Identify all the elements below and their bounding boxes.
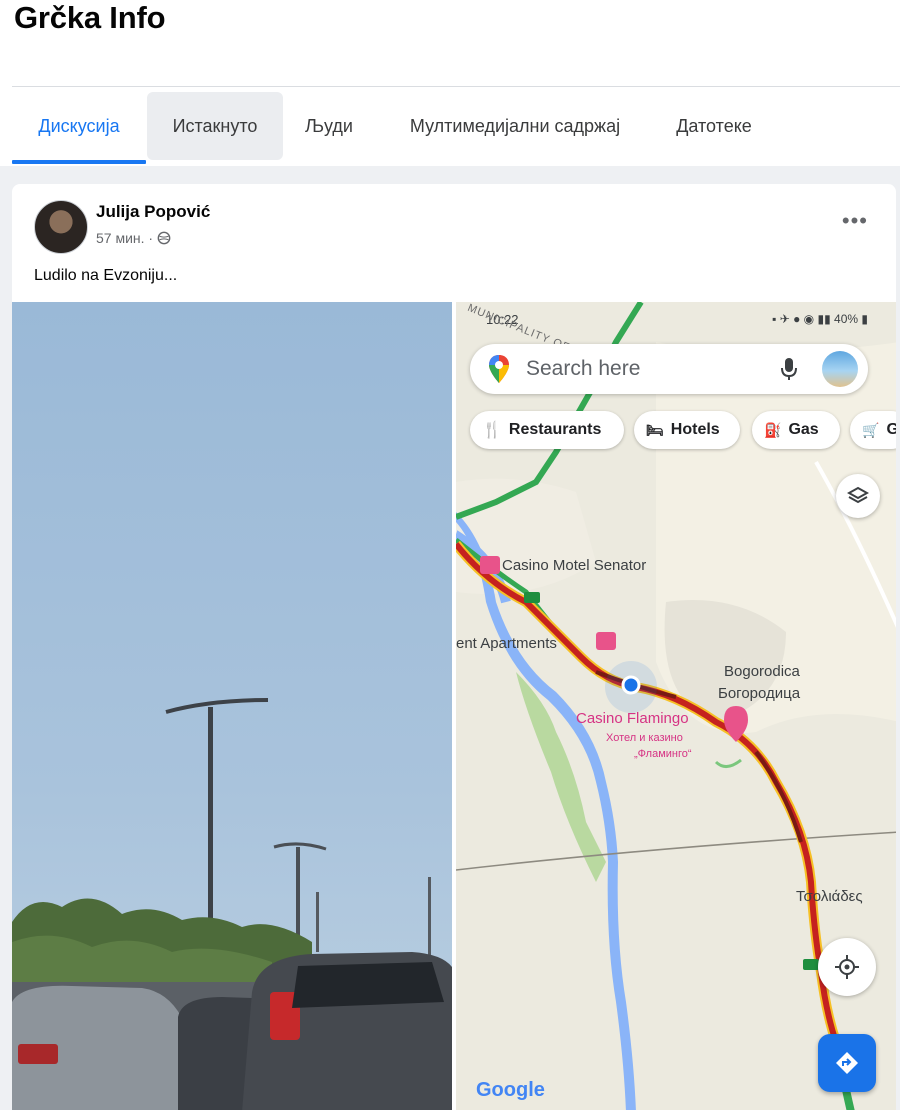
post-author-name[interactable]: Julija Popović xyxy=(96,202,210,222)
traffic-photo-illustration xyxy=(12,698,452,1110)
bed-icon: 🛏 xyxy=(646,421,664,438)
maps-pin-icon xyxy=(489,355,509,383)
header-divider xyxy=(12,86,900,87)
map-search-bar[interactable]: Search here xyxy=(470,344,868,394)
post-card: Julija Popović 57 мин. · ••• Ludilo na E… xyxy=(12,184,896,1110)
chip-hotels[interactable]: 🛏 Hotels xyxy=(634,411,740,449)
group-title: Grčka Info xyxy=(14,0,166,35)
chip-groceries-label: G xyxy=(886,421,896,438)
place-bogorodica-cyr: Богородица xyxy=(718,685,801,702)
place-flamingo-cyr-2: „Фламинго“ xyxy=(634,748,692,760)
microphone-icon[interactable] xyxy=(780,357,798,381)
post-meta: 57 мин. · xyxy=(96,230,171,246)
place-casino-motel[interactable]: Casino Motel Senator xyxy=(502,557,646,574)
post-text: Ludilo na Evzoniju... xyxy=(34,267,178,284)
group-tabs: Дискусија Истакнуто Људи Мултимедијални … xyxy=(12,92,900,164)
tab-featured[interactable]: Истакнуто xyxy=(147,92,283,160)
layers-button[interactable] xyxy=(836,474,880,518)
tab-files[interactable]: Датотеке xyxy=(658,92,770,160)
fork-knife-icon: 🍴 xyxy=(482,422,502,439)
place-apartments[interactable]: ent Apartments xyxy=(456,635,557,652)
place-tsoliades[interactable]: Τσολιάδες xyxy=(796,888,863,905)
map-search-placeholder: Search here xyxy=(526,357,641,380)
cart-icon: 🛒 xyxy=(862,421,880,438)
directions-icon xyxy=(836,1052,858,1074)
chip-groceries[interactable]: 🛒 G xyxy=(850,411,896,449)
chip-restaurants[interactable]: 🍴 Restaurants xyxy=(470,411,624,449)
post-time[interactable]: 57 мин. · xyxy=(96,230,153,246)
place-flamingo-cyr-1: Хотел и казино xyxy=(606,732,683,744)
profile-avatar[interactable] xyxy=(822,351,858,387)
crosshair-icon xyxy=(835,955,859,979)
directions-button[interactable] xyxy=(818,1034,876,1092)
my-location-button[interactable] xyxy=(818,938,876,996)
post-photo-traffic[interactable] xyxy=(12,302,452,1110)
author-avatar[interactable] xyxy=(34,200,88,254)
chip-gas-label: Gas xyxy=(788,421,819,438)
tab-media[interactable]: Мултимедијални садржај xyxy=(384,92,646,160)
tab-people[interactable]: Људи xyxy=(294,92,364,160)
place-casino-flamingo[interactable]: Casino Flamingo xyxy=(576,710,689,727)
tab-discussion[interactable]: Дискусија xyxy=(12,92,146,164)
chip-hotels-label: Hotels xyxy=(670,421,720,438)
google-logo: Google xyxy=(476,1079,545,1102)
google-wordmark: Google xyxy=(476,1079,545,1101)
status-icons: ▪ ✈ ● ◉ ▮▮ 40% ▮ xyxy=(772,312,868,326)
globe-icon xyxy=(157,231,171,245)
battery-level: 40% xyxy=(834,312,859,326)
chip-restaurants-label: Restaurants xyxy=(508,421,602,438)
place-bogorodica[interactable]: Bogorodica xyxy=(724,663,800,680)
chip-gas[interactable]: ⛽ Gas xyxy=(752,411,840,449)
layers-icon xyxy=(847,486,869,504)
gas-pump-icon: ⛽ xyxy=(764,421,782,438)
more-options-button[interactable]: ••• xyxy=(842,208,868,234)
post-photo-map[interactable]: 10:22 ▪ ✈ ● ◉ ▮▮ 40% ▮ MUNICIPALITY OF S… xyxy=(456,302,896,1110)
